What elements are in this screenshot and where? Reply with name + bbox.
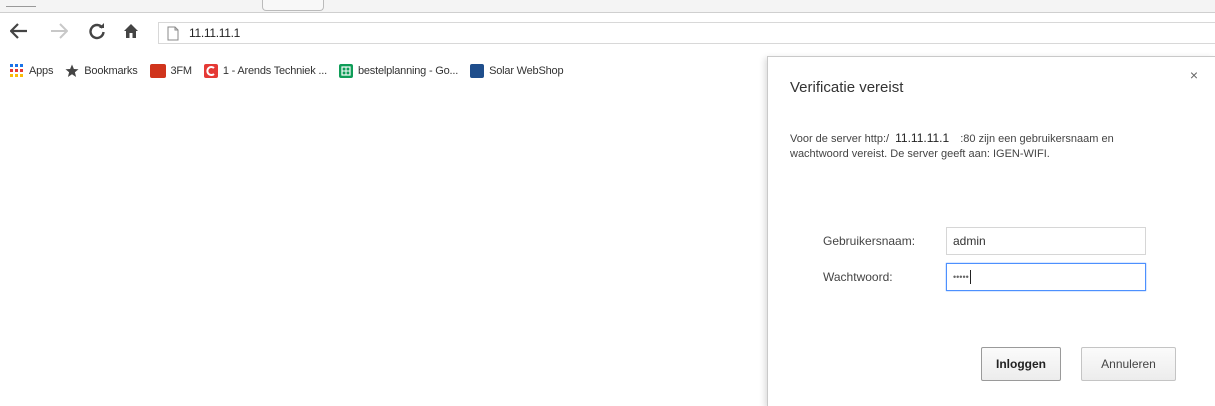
message-prefix: Voor de server http:/ bbox=[790, 133, 890, 145]
username-value: admin bbox=[953, 234, 986, 248]
arrow-right-icon[interactable] bbox=[48, 20, 70, 42]
text-caret bbox=[969, 270, 971, 284]
bookmark-label: 1 - Arends Techniek ... bbox=[222, 65, 327, 77]
arrow-left-icon[interactable] bbox=[8, 20, 30, 42]
star-icon bbox=[65, 64, 79, 78]
new-tab-button[interactable] bbox=[262, 0, 324, 11]
address-bar-url[interactable]: 11.11.11.1 bbox=[189, 26, 240, 40]
3fm-favicon bbox=[149, 64, 166, 78]
password-row: Wachtwoord: ••••• bbox=[823, 263, 1146, 291]
reload-icon[interactable] bbox=[86, 20, 108, 42]
bookmark-bestelplanning[interactable]: bestelplanning - Go... bbox=[338, 64, 459, 78]
password-value: ••••• bbox=[953, 272, 969, 282]
username-field[interactable]: admin bbox=[946, 227, 1146, 255]
bookmark-label: bestelplanning - Go... bbox=[357, 65, 459, 77]
dialog-message: Voor de server http:/ 11.11.11.1 :80 zij… bbox=[790, 131, 1160, 162]
bookmark-apps[interactable]: Apps bbox=[10, 64, 53, 78]
arends-favicon bbox=[203, 64, 218, 78]
bookmark-bookmarks[interactable]: Bookmarks bbox=[65, 64, 138, 78]
dialog-title: Verificatie vereist bbox=[790, 79, 904, 96]
solar-favicon bbox=[470, 64, 485, 78]
login-button[interactable]: Inloggen bbox=[981, 347, 1061, 381]
username-label: Gebruikersnaam: bbox=[823, 234, 916, 248]
browser-window: 11.11.11.1 Apps Bookmarks 3FM 1 - Arends… bbox=[0, 0, 1215, 406]
bookmark-label: 3FM bbox=[170, 65, 193, 77]
bookmark-label: Bookmarks bbox=[84, 65, 138, 77]
bookmark-solar-webshop[interactable]: Solar WebShop bbox=[470, 64, 564, 78]
close-icon[interactable]: × bbox=[1190, 67, 1198, 83]
bookmark-label: Solar WebShop bbox=[489, 65, 564, 77]
bookmark-label: Apps bbox=[29, 65, 54, 77]
sheets-favicon bbox=[338, 64, 353, 78]
tab-corner bbox=[6, 0, 36, 7]
toolbar: 11.11.11.1 bbox=[0, 13, 1215, 51]
bookmark-3fm[interactable]: 3FM bbox=[149, 64, 193, 78]
home-icon[interactable] bbox=[120, 20, 142, 42]
auth-dialog: Verificatie vereist × Voor de server htt… bbox=[767, 56, 1215, 406]
password-label: Wachtwoord: bbox=[823, 270, 893, 284]
password-field[interactable]: ••••• bbox=[946, 263, 1146, 291]
tab-strip bbox=[0, 0, 1215, 13]
apps-grid-icon bbox=[10, 64, 24, 78]
message-host: 11.11.11.1 bbox=[895, 131, 950, 145]
bookmark-arends-techniek[interactable]: 1 - Arends Techniek ... bbox=[203, 64, 327, 78]
address-bar[interactable]: 11.11.11.1 bbox=[158, 22, 1215, 44]
page-icon bbox=[167, 26, 179, 46]
cancel-button[interactable]: Annuleren bbox=[1081, 347, 1176, 381]
username-row: Gebruikersnaam: admin bbox=[823, 227, 1146, 255]
